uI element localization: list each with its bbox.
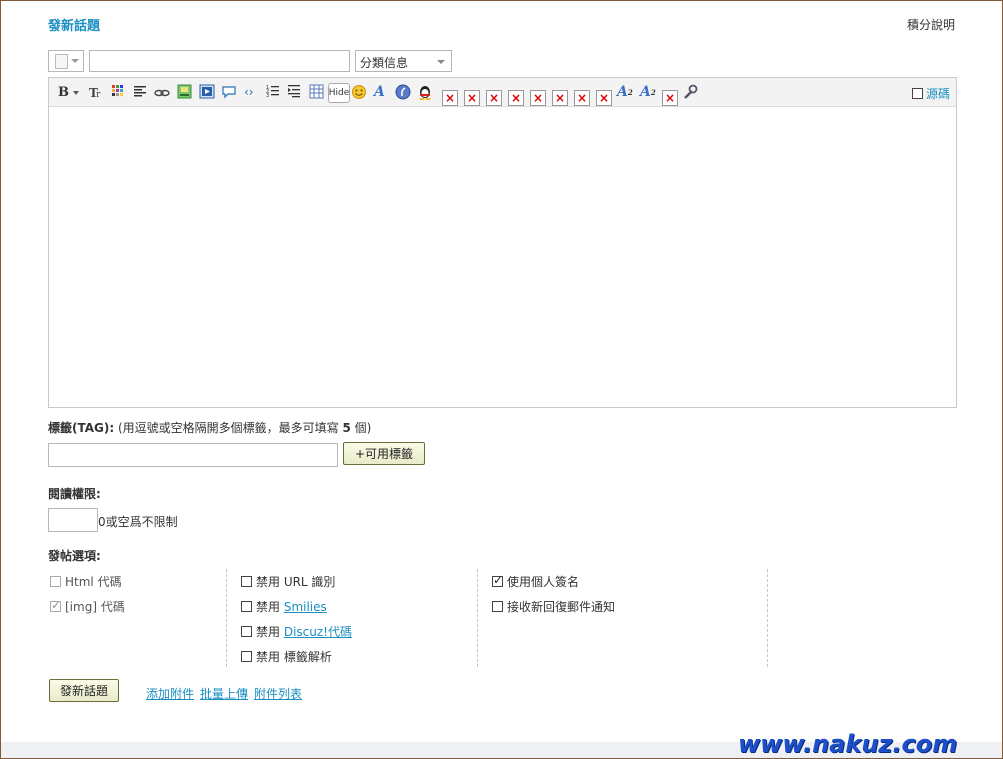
editor-toolbar: B Tr ‹› 123 Hide A A2 [49, 78, 956, 107]
help-link[interactable]: 積分說明 [907, 16, 955, 33]
tag-input[interactable] [48, 443, 338, 467]
media-icon[interactable] [199, 84, 215, 100]
divider [477, 569, 478, 667]
attachment-list-link[interactable]: 附件列表 [254, 685, 302, 702]
add-attachment-link[interactable]: 添加附件 [146, 685, 194, 702]
read-permission-input[interactable] [48, 508, 98, 532]
disable-tag-checkbox[interactable] [241, 651, 252, 662]
broken-image-icon[interactable] [574, 90, 590, 106]
email-notify-checkbox[interactable] [492, 601, 503, 612]
source-toggle[interactable]: 源碼 [911, 85, 950, 102]
disable-discuz-option[interactable]: 禁用 Discuz!代碼 [241, 623, 352, 640]
discuz-code-link[interactable]: Discuz!代碼 [284, 625, 352, 639]
source-label: 源碼 [925, 87, 950, 101]
ordered-list-icon[interactable]: 123 [266, 84, 280, 100]
disable-url-option[interactable]: 禁用 URL 識別 [241, 573, 335, 590]
wrench-icon[interactable] [682, 84, 698, 100]
disable-smilies-option[interactable]: 禁用 Smilies [241, 598, 327, 615]
disable-tag-option[interactable]: 禁用 標籤解析 [241, 648, 332, 665]
disable-url-checkbox[interactable] [241, 576, 252, 587]
align-icon[interactable] [133, 84, 147, 100]
broken-image-icon[interactable] [596, 90, 612, 106]
broken-image-icon[interactable] [662, 90, 678, 106]
color-palette-icon[interactable] [111, 84, 125, 100]
svg-text:3: 3 [266, 93, 269, 99]
chevron-down-icon [437, 60, 445, 64]
smilies-link[interactable]: Smilies [284, 600, 327, 614]
svg-text:r: r [96, 90, 101, 100]
broken-image-icon[interactable] [442, 90, 458, 106]
page-title: 發新話題 [48, 19, 101, 34]
bold-button[interactable]: B [58, 84, 69, 100]
attachment-links: 添加附件 批量上傳 附件列表 [146, 685, 302, 702]
link-icon[interactable] [154, 84, 170, 100]
table-icon[interactable] [309, 84, 324, 100]
email-notify-label: 接收新回復郵件通知 [507, 600, 616, 614]
broken-image-icon[interactable] [464, 90, 480, 106]
broken-image-icon[interactable] [508, 90, 524, 106]
subscript-icon[interactable]: A2 [640, 84, 656, 100]
html-code-checkbox[interactable] [50, 576, 61, 587]
category-select[interactable]: 分類信息 [355, 50, 452, 72]
img-code-label: [img] 代碼 [65, 600, 125, 614]
signature-label: 使用個人簽名 [507, 575, 580, 589]
hide-icon[interactable]: Hide [328, 83, 350, 103]
document-icon [55, 54, 68, 69]
disable-url-label: 禁用 URL 識別 [256, 575, 336, 589]
post-options-label: 發帖選項: [48, 549, 101, 563]
html-code-option[interactable]: Html 代碼 [50, 573, 122, 590]
disable-tag-label: 禁用 標籤解析 [256, 650, 332, 664]
batch-upload-link[interactable]: 批量上傳 [200, 685, 248, 702]
signature-option[interactable]: 使用個人簽名 [492, 573, 579, 590]
read-permission-label: 閱讀權限: [48, 487, 101, 501]
code-icon[interactable]: ‹› [244, 84, 254, 100]
quote-icon[interactable] [221, 84, 237, 100]
disable-smilies-checkbox[interactable] [241, 601, 252, 612]
disable-discuz-checkbox[interactable] [241, 626, 252, 637]
available-tags-button[interactable]: +可用標籤 [343, 442, 425, 465]
indent-icon[interactable] [287, 84, 301, 100]
image-icon[interactable] [177, 84, 192, 100]
tag-label: 標籤(TAG): (用逗號或空格隔開多個標籤，最多可填寫 5 個) [48, 421, 372, 435]
html-code-label: Html 代碼 [65, 575, 122, 589]
email-notify-option[interactable]: 接收新回復郵件通知 [492, 598, 615, 615]
superscript-icon[interactable]: A2 [617, 84, 633, 100]
font-icon[interactable]: A [374, 84, 385, 100]
img-code-checkbox[interactable] [50, 598, 61, 612]
disable-smilies-label: 禁用 Smilies [256, 600, 327, 614]
read-permission-hint: 0或空爲不限制 [98, 515, 178, 529]
qq-icon[interactable] [417, 84, 433, 100]
img-code-option[interactable]: [img] 代碼 [50, 598, 125, 615]
watermark: www.nakuz.com [738, 730, 958, 758]
broken-image-icon[interactable] [530, 90, 546, 106]
source-checkbox[interactable] [911, 88, 923, 99]
chevron-down-icon[interactable] [73, 91, 79, 95]
submit-button[interactable]: 發新話題 [49, 679, 119, 702]
post-form-frame: 發新話題 積分說明 分類信息 B Tr ‹› 123 Hide A × × × … [0, 0, 1003, 759]
chevron-down-icon [71, 59, 79, 63]
flash-icon[interactable] [395, 84, 411, 100]
broken-image-icon[interactable] [486, 90, 502, 106]
post-icon-select[interactable] [48, 50, 84, 72]
font-size-icon[interactable]: Tr [88, 84, 104, 100]
subject-input[interactable] [89, 50, 350, 72]
smiley-icon[interactable] [351, 84, 367, 100]
divider [226, 569, 227, 667]
rich-text-editor[interactable]: B Tr ‹› 123 Hide A A2 [48, 77, 957, 408]
category-select-value: 分類信息 [360, 56, 409, 70]
disable-discuz-label: 禁用 Discuz!代碼 [256, 625, 352, 639]
broken-image-icon[interactable] [552, 90, 568, 106]
divider [767, 569, 768, 667]
signature-checkbox[interactable] [492, 573, 503, 587]
